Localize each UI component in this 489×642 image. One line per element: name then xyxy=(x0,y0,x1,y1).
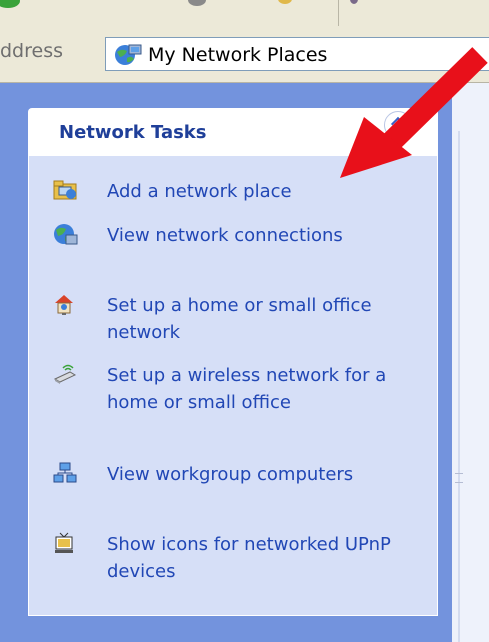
wireless-network-icon xyxy=(52,362,77,386)
toolbar-views-icon[interactable] xyxy=(350,0,358,4)
task-label: Set up a wireless network for a home or … xyxy=(107,365,387,413)
toolbar xyxy=(0,0,489,29)
home-network-icon xyxy=(52,292,76,316)
network-connections-icon xyxy=(52,222,78,246)
upnp-devices-icon xyxy=(52,531,76,555)
address-value: My Network Places xyxy=(148,44,328,66)
task-label: Set up a home or small office network xyxy=(107,295,372,343)
toolbar-up-icon[interactable] xyxy=(278,0,292,4)
annotation-arrow xyxy=(340,47,488,178)
task-label: Show icons for networked UPnP devices xyxy=(107,534,391,582)
network-tasks-title: Network Tasks xyxy=(59,122,207,143)
add-network-place-icon xyxy=(52,178,77,202)
network-tasks-list: Add a network place View network connect… xyxy=(28,156,438,616)
toolbar-back-icon[interactable] xyxy=(0,0,20,8)
toolbar-separator xyxy=(338,0,339,26)
task-label: View workgroup computers xyxy=(107,464,354,485)
address-label: ddress xyxy=(0,40,64,62)
toolbar-forward-icon[interactable] xyxy=(188,0,206,6)
workgroup-icon xyxy=(52,461,77,485)
content-divider xyxy=(458,131,460,642)
task-label: View network connections xyxy=(107,225,343,246)
resize-grip[interactable] xyxy=(455,473,463,483)
network-places-icon xyxy=(112,43,142,71)
